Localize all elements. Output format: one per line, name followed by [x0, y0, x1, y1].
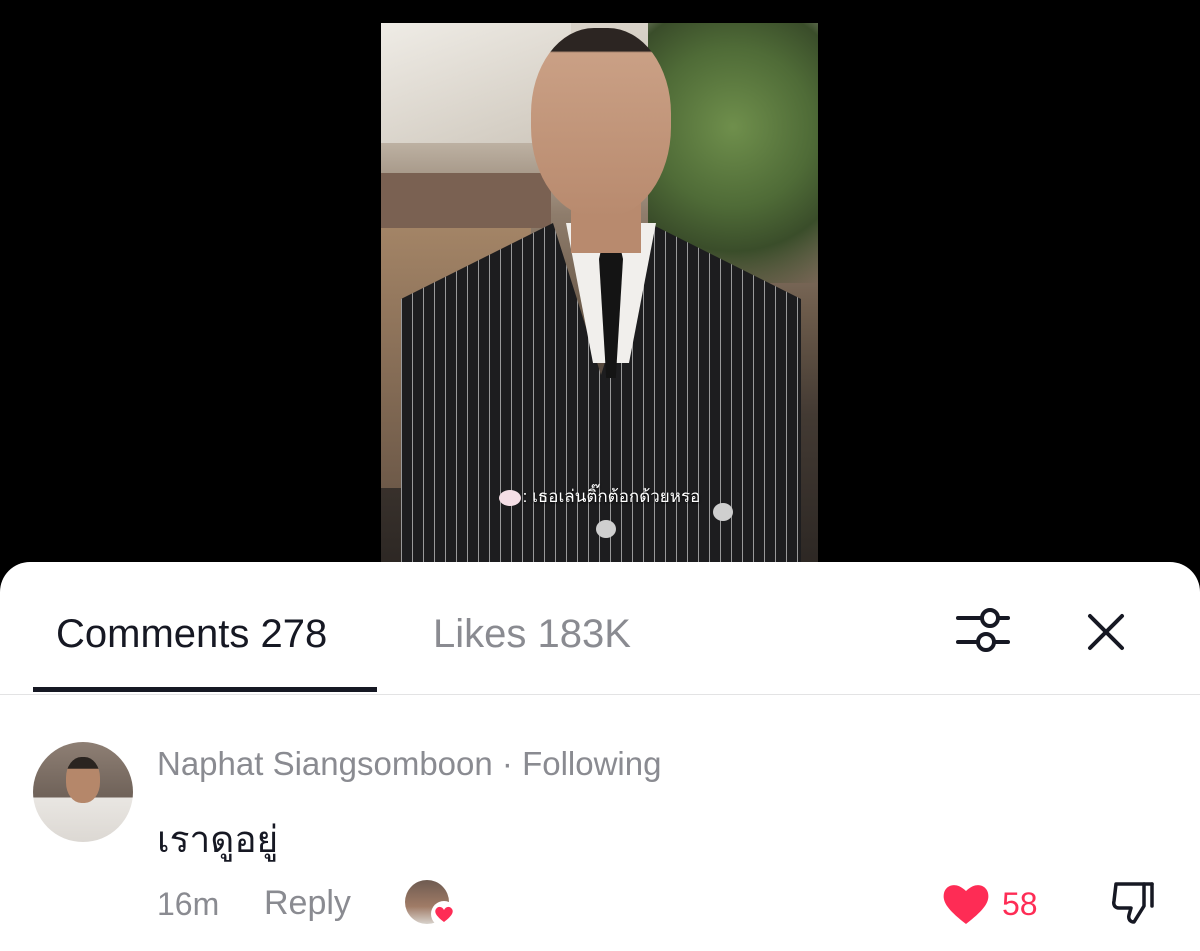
video-frame[interactable]: : เธอเล่นติ๊กต้อกด้วยหรอ	[381, 23, 818, 583]
creator-heart-icon	[431, 901, 457, 927]
comment-text: เราดูอยู่	[157, 819, 279, 860]
avatar[interactable]	[33, 742, 133, 842]
video-caption: : เธอเล่นติ๊กต้อกด้วยหรอ	[381, 483, 818, 510]
thumbs-down-icon	[1112, 882, 1154, 924]
video-background-wall	[381, 173, 551, 228]
like-count: 58	[1002, 886, 1038, 922]
close-icon	[1088, 614, 1124, 650]
comment-author[interactable]: Naphat Siangsomboon · Following	[157, 745, 661, 783]
tab-comments[interactable]: Comments 278	[56, 612, 327, 657]
reply-button[interactable]: Reply	[264, 884, 351, 923]
caption-text: : เธอเล่นติ๊กต้อกด้วยหรอ	[522, 487, 701, 506]
avatar-face	[66, 757, 100, 803]
filter-button[interactable]	[952, 604, 1014, 656]
close-button[interactable]	[1078, 604, 1134, 660]
comment-timestamp: 16m	[157, 886, 220, 922]
tab-likes[interactable]: Likes 183K	[433, 612, 631, 657]
tab-divider	[0, 694, 1200, 695]
like-heart-icon[interactable]	[940, 880, 992, 926]
sliders-icon	[956, 608, 1010, 652]
active-tab-indicator	[33, 687, 377, 692]
mouse-face-icon	[498, 489, 521, 506]
person-head	[531, 28, 671, 218]
comments-sheet: Comments 278 Likes 183K Naphat Siangsomb…	[0, 562, 1200, 951]
dislike-button[interactable]	[1108, 878, 1158, 928]
suit-button-left	[596, 520, 616, 538]
